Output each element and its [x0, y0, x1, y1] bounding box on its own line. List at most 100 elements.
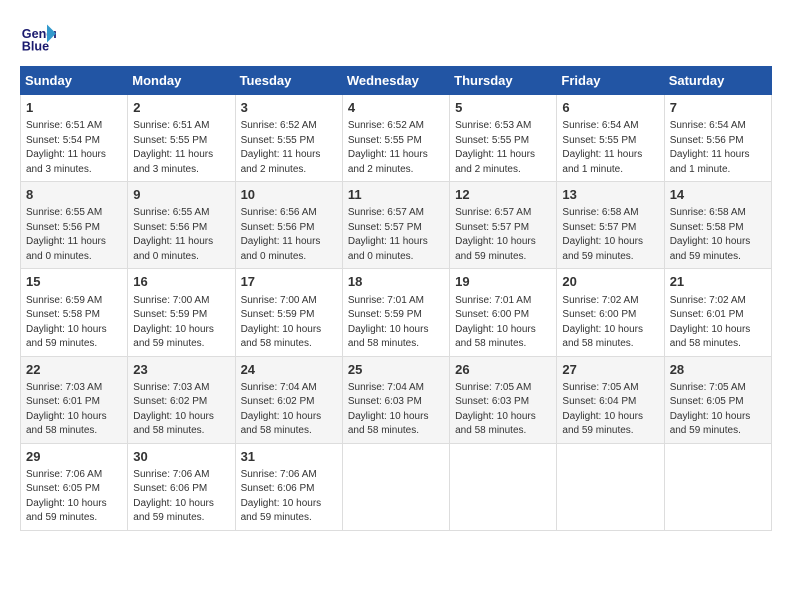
day-number: 24: [241, 361, 337, 379]
day-number: 23: [133, 361, 229, 379]
day-number: 22: [26, 361, 122, 379]
calendar-day-15: 15Sunrise: 6:59 AM Sunset: 5:58 PM Dayli…: [21, 269, 128, 356]
day-number: 25: [348, 361, 444, 379]
day-number: 21: [670, 273, 766, 291]
day-header-monday: Monday: [128, 67, 235, 95]
day-number: 10: [241, 186, 337, 204]
day-number: 16: [133, 273, 229, 291]
empty-cell: [557, 443, 664, 530]
day-info: Sunrise: 6:58 AM Sunset: 5:58 PM Dayligh…: [670, 206, 766, 264]
day-number: 9: [133, 186, 229, 204]
day-number: 1: [26, 99, 122, 117]
day-info: Sunrise: 7:00 AM Sunset: 5:59 PM Dayligh…: [133, 294, 229, 352]
calendar-day-13: 13 Sunrise: 6:58 AM Sunset: 5:57 PM Dayli…: [557, 182, 664, 269]
day-info: Sunrise: 7:00 AM Sunset: 5:59 PM Dayligh…: [241, 294, 337, 352]
day-number: 18: [348, 273, 444, 291]
day-number: 27: [562, 361, 658, 379]
day-header-friday: Friday: [557, 67, 664, 95]
page-header: General Blue: [20, 20, 772, 56]
day-info: Sunrise: 7:02 AM Sunset: 6:01 PM Dayligh…: [670, 294, 766, 352]
day-info: Sunrise: 6:55 AM Sunset: 5:56 PM Dayligh…: [26, 206, 122, 264]
calendar-day-12: 12 Sunrise: 6:57 AM Sunset: 5:57 PM Dayli…: [450, 182, 557, 269]
day-info: Sunrise: 7:02 AM Sunset: 6:00 PM Dayligh…: [562, 294, 658, 352]
calendar-day-24: 24Sunrise: 7:04 AM Sunset: 6:02 PM Dayli…: [235, 356, 342, 443]
calendar-header-row: SundayMondayTuesdayWednesdayThursdayFrid…: [21, 67, 772, 95]
svg-text:Blue: Blue: [22, 40, 49, 54]
day-header-wednesday: Wednesday: [342, 67, 449, 95]
calendar-day-30: 30Sunrise: 7:06 AM Sunset: 6:06 PM Dayli…: [128, 443, 235, 530]
calendar-day-16: 16 Sunrise: 7:00 AM Sunset: 5:59 PM Dayli…: [128, 269, 235, 356]
calendar-week-5: 29 Sunrise: 7:06 AM Sunset: 6:05 PM Dayli…: [21, 443, 772, 530]
day-header-saturday: Saturday: [664, 67, 771, 95]
day-header-sunday: Sunday: [21, 67, 128, 95]
day-info: Sunrise: 7:05 AM Sunset: 6:04 PM Dayligh…: [562, 381, 658, 439]
calendar-day-17: 17 Sunrise: 7:00 AM Sunset: 5:59 PM Dayli…: [235, 269, 342, 356]
calendar-week-4: 22 Sunrise: 7:03 AM Sunset: 6:01 PM Dayli…: [21, 356, 772, 443]
calendar-day-20: 20 Sunrise: 7:02 AM Sunset: 6:00 PM Dayli…: [557, 269, 664, 356]
day-info: Sunrise: 7:06 AM Sunset: 6:06 PM Dayligh…: [241, 468, 337, 526]
calendar-day-28: 28Sunrise: 7:05 AM Sunset: 6:05 PM Dayli…: [664, 356, 771, 443]
calendar-day-7: 7 Sunrise: 6:54 AM Sunset: 5:56 PM Daylig…: [664, 95, 771, 182]
day-number: 17: [241, 273, 337, 291]
day-number: 14: [670, 186, 766, 204]
day-number: 6: [562, 99, 658, 117]
calendar-day-1: 1 Sunrise: 6:51 AM Sunset: 5:54 PM Daylig…: [21, 95, 128, 182]
calendar-day-14: 14 Sunrise: 6:58 AM Sunset: 5:58 PM Dayli…: [664, 182, 771, 269]
calendar-day-11: 11Sunrise: 6:57 AM Sunset: 5:57 PM Dayli…: [342, 182, 449, 269]
day-info: Sunrise: 6:59 AM Sunset: 5:58 PM Dayligh…: [26, 294, 122, 352]
day-info: Sunrise: 6:54 AM Sunset: 5:55 PM Dayligh…: [562, 119, 658, 177]
day-number: 2: [133, 99, 229, 117]
calendar-day-23: 23 Sunrise: 7:03 AM Sunset: 6:02 PM Dayli…: [128, 356, 235, 443]
day-info: Sunrise: 6:58 AM Sunset: 5:57 PM Dayligh…: [562, 206, 658, 264]
day-number: 11: [348, 186, 444, 204]
day-info: Sunrise: 7:05 AM Sunset: 6:05 PM Dayligh…: [670, 381, 766, 439]
day-info: Sunrise: 6:51 AM Sunset: 5:54 PM Dayligh…: [26, 119, 122, 177]
calendar-week-1: 1 Sunrise: 6:51 AM Sunset: 5:54 PM Daylig…: [21, 95, 772, 182]
calendar-day-21: 21 Sunrise: 7:02 AM Sunset: 6:01 PM Dayli…: [664, 269, 771, 356]
day-info: Sunrise: 6:57 AM Sunset: 5:57 PM Dayligh…: [455, 206, 551, 264]
day-info: Sunrise: 7:01 AM Sunset: 6:00 PM Dayligh…: [455, 294, 551, 352]
day-number: 13: [562, 186, 658, 204]
calendar-day-26: 26 Sunrise: 7:05 AM Sunset: 6:03 PM Dayli…: [450, 356, 557, 443]
calendar-day-6: 6 Sunrise: 6:54 AM Sunset: 5:55 PM Daylig…: [557, 95, 664, 182]
calendar-day-31: 31 Sunrise: 7:06 AM Sunset: 6:06 PM Dayli…: [235, 443, 342, 530]
day-number: 12: [455, 186, 551, 204]
calendar-day-2: 2 Sunrise: 6:51 AM Sunset: 5:55 PM Daylig…: [128, 95, 235, 182]
day-info: Sunrise: 7:06 AM Sunset: 6:05 PM Dayligh…: [26, 468, 122, 526]
calendar-day-27: 27 Sunrise: 7:05 AM Sunset: 6:04 PM Dayli…: [557, 356, 664, 443]
day-info: Sunrise: 7:04 AM Sunset: 6:03 PM Dayligh…: [348, 381, 444, 439]
day-info: Sunrise: 7:03 AM Sunset: 6:02 PM Dayligh…: [133, 381, 229, 439]
day-number: 30: [133, 448, 229, 466]
day-info: Sunrise: 6:51 AM Sunset: 5:55 PM Dayligh…: [133, 119, 229, 177]
day-number: 8: [26, 186, 122, 204]
calendar-day-22: 22 Sunrise: 7:03 AM Sunset: 6:01 PM Dayli…: [21, 356, 128, 443]
calendar-day-4: 4 Sunrise: 6:52 AM Sunset: 5:55 PM Daylig…: [342, 95, 449, 182]
day-number: 20: [562, 273, 658, 291]
day-info: Sunrise: 6:52 AM Sunset: 5:55 PM Dayligh…: [348, 119, 444, 177]
day-info: Sunrise: 7:01 AM Sunset: 5:59 PM Dayligh…: [348, 294, 444, 352]
calendar-day-3: 3 Sunrise: 6:52 AM Sunset: 5:55 PM Daylig…: [235, 95, 342, 182]
logo: General Blue: [20, 20, 60, 56]
day-info: Sunrise: 7:05 AM Sunset: 6:03 PM Dayligh…: [455, 381, 551, 439]
calendar-week-2: 8 Sunrise: 6:55 AM Sunset: 5:56 PM Daylig…: [21, 182, 772, 269]
day-number: 31: [241, 448, 337, 466]
calendar-day-25: 25 Sunrise: 7:04 AM Sunset: 6:03 PM Dayli…: [342, 356, 449, 443]
calendar-day-19: 19Sunrise: 7:01 AM Sunset: 6:00 PM Dayli…: [450, 269, 557, 356]
calendar-day-9: 9Sunrise: 6:55 AM Sunset: 5:56 PM Daylig…: [128, 182, 235, 269]
day-number: 3: [241, 99, 337, 117]
day-number: 26: [455, 361, 551, 379]
day-info: Sunrise: 6:54 AM Sunset: 5:56 PM Dayligh…: [670, 119, 766, 177]
day-info: Sunrise: 6:52 AM Sunset: 5:55 PM Dayligh…: [241, 119, 337, 177]
day-number: 5: [455, 99, 551, 117]
calendar-day-10: 10Sunrise: 6:56 AM Sunset: 5:56 PM Dayli…: [235, 182, 342, 269]
day-number: 29: [26, 448, 122, 466]
day-info: Sunrise: 6:53 AM Sunset: 5:55 PM Dayligh…: [455, 119, 551, 177]
day-number: 7: [670, 99, 766, 117]
day-header-thursday: Thursday: [450, 67, 557, 95]
day-info: Sunrise: 7:03 AM Sunset: 6:01 PM Dayligh…: [26, 381, 122, 439]
calendar-day-18: 18 Sunrise: 7:01 AM Sunset: 5:59 PM Dayli…: [342, 269, 449, 356]
empty-cell: [342, 443, 449, 530]
calendar-day-29: 29 Sunrise: 7:06 AM Sunset: 6:05 PM Dayli…: [21, 443, 128, 530]
day-number: 4: [348, 99, 444, 117]
calendar-week-3: 15Sunrise: 6:59 AM Sunset: 5:58 PM Dayli…: [21, 269, 772, 356]
